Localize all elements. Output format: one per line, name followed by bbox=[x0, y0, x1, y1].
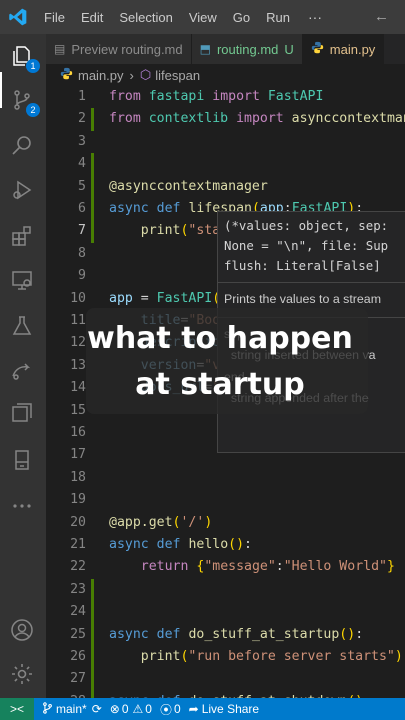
menu-edit[interactable]: Edit bbox=[73, 10, 111, 25]
problems-button[interactable]: ⊗ 0 ⚠ 0 bbox=[110, 702, 152, 716]
account-icon[interactable] bbox=[8, 616, 36, 644]
editor-tabs: ▤ Preview routing.md ⬒ routing.md U main… bbox=[46, 34, 405, 64]
tab-routing-md[interactable]: ⬒ routing.md U bbox=[191, 34, 303, 64]
menu-go[interactable]: Go bbox=[225, 10, 258, 25]
menubar: File Edit Selection View Go Run ··· ← bbox=[0, 0, 405, 34]
hover-signature-line: (*values: object, sep: bbox=[224, 218, 389, 233]
menu-more-button[interactable]: ··· bbox=[298, 9, 332, 25]
breadcrumb: main.py › ⬡ lifespan bbox=[46, 64, 405, 86]
branch-label: main* bbox=[56, 702, 87, 716]
tab-label: Preview routing.md bbox=[71, 41, 183, 57]
pull-requests-icon[interactable] bbox=[8, 400, 36, 428]
preview-icon: ▤ bbox=[54, 42, 66, 56]
remote-icon: >< bbox=[9, 702, 24, 716]
caption-text: what to happen at startup bbox=[60, 316, 380, 408]
code-line: 3 bbox=[78, 133, 86, 149]
caption-line: what to happen bbox=[87, 321, 353, 356]
settings-gear-icon[interactable] bbox=[8, 660, 36, 688]
code-line: 4 bbox=[46, 153, 405, 176]
menu-run[interactable]: Run bbox=[258, 10, 298, 25]
ports-count: 0 bbox=[173, 702, 181, 716]
live-share-arrow-icon: ➦ bbox=[188, 702, 199, 716]
code-line: 22 return {"message":"Hello World"} bbox=[70, 559, 395, 575]
vscode-logo-icon bbox=[0, 0, 36, 34]
hover-signature-line: None = "\n", file: Sup bbox=[224, 238, 389, 253]
live-share-icon[interactable] bbox=[8, 356, 36, 384]
code-line: 18 bbox=[70, 469, 86, 485]
tab-label: routing.md bbox=[216, 41, 279, 57]
explorer-icon[interactable]: 1 bbox=[8, 42, 40, 73]
hover-divider bbox=[218, 282, 405, 283]
menu-selection[interactable]: Selection bbox=[111, 10, 180, 25]
untracked-badge: U bbox=[284, 41, 294, 57]
tab-main-py[interactable]: main.py bbox=[302, 34, 385, 64]
search-icon[interactable] bbox=[8, 132, 36, 160]
warning-icon: ⚠ bbox=[132, 702, 144, 716]
live-share-button[interactable]: ➦ Live Share bbox=[189, 702, 259, 716]
code-line: 28async def do_stuff_at_shutdown(): bbox=[46, 690, 405, 698]
remote-indicator-button[interactable]: >< bbox=[0, 698, 34, 720]
more-views-icon[interactable] bbox=[8, 492, 36, 520]
branch-button[interactable]: main* ⟳ bbox=[42, 701, 102, 717]
ports-button[interactable]: ⦿ 0 bbox=[160, 701, 181, 718]
caption-line: at startup bbox=[135, 367, 305, 402]
code-line: 1 from fastapi import FastAPI bbox=[78, 89, 324, 104]
python-icon bbox=[60, 67, 73, 83]
testing-flask-icon[interactable] bbox=[8, 312, 36, 340]
tab-label: main.py bbox=[329, 41, 376, 57]
code-line: 27 bbox=[46, 668, 405, 691]
activity-bar: 1 2 bbox=[0, 34, 46, 698]
code-line: 24 bbox=[46, 601, 405, 624]
sync-icon[interactable]: ⟳ bbox=[92, 702, 102, 716]
live-share-label: Live Share bbox=[201, 702, 260, 716]
symbol-method-icon: ⬡ bbox=[139, 67, 152, 82]
chevron-right-icon: › bbox=[129, 67, 134, 83]
python-icon bbox=[311, 41, 324, 57]
menu-view[interactable]: View bbox=[181, 10, 225, 25]
git-branch-icon bbox=[42, 701, 53, 717]
code-line: 26 print("run before server starts") bbox=[46, 646, 405, 669]
status-bar: >< main* ⟳ ⊗ 0 ⚠ 0 ⦿ 0 ➦ Live Share bbox=[0, 698, 405, 720]
warning-count: 0 bbox=[145, 702, 152, 716]
breadcrumb-file[interactable]: main.py bbox=[78, 68, 124, 83]
remote-explorer-icon[interactable] bbox=[8, 266, 36, 294]
code-line: 25 async def do_stuff_at_startup(): bbox=[46, 623, 405, 646]
code-line: 20 @app.get('/') bbox=[70, 514, 213, 530]
active-indicator bbox=[0, 72, 2, 108]
code-line: 23 bbox=[46, 578, 405, 602]
hover-signature-line: flush: Literal[False] bbox=[224, 258, 381, 273]
extensions-icon[interactable] bbox=[8, 222, 36, 250]
code-line: 21 async def hello(): bbox=[70, 537, 252, 552]
device-icon[interactable] bbox=[8, 446, 36, 474]
source-control-icon[interactable]: 2 bbox=[8, 86, 40, 117]
code-line: 2from contextlib import asynccontextmana… bbox=[46, 108, 405, 131]
radio-tower-icon: ⦿ bbox=[159, 702, 172, 717]
menu-file[interactable]: File bbox=[36, 10, 73, 25]
error-count: 0 bbox=[121, 702, 129, 716]
run-debug-icon[interactable] bbox=[8, 176, 36, 204]
error-icon: ⊗ bbox=[109, 702, 120, 716]
markdown-icon: ⬒ bbox=[199, 42, 211, 56]
tab-preview-routing[interactable]: ▤ Preview routing.md bbox=[46, 34, 192, 64]
explorer-badge: 1 bbox=[26, 59, 40, 73]
breadcrumb-symbol[interactable]: lifespan bbox=[155, 68, 200, 83]
code-line: 19 bbox=[70, 492, 86, 508]
code-line: 5 @asynccontextmanager bbox=[46, 175, 405, 198]
source-control-badge: 2 bbox=[26, 103, 40, 117]
back-arrow-icon[interactable]: ← bbox=[374, 8, 389, 25]
